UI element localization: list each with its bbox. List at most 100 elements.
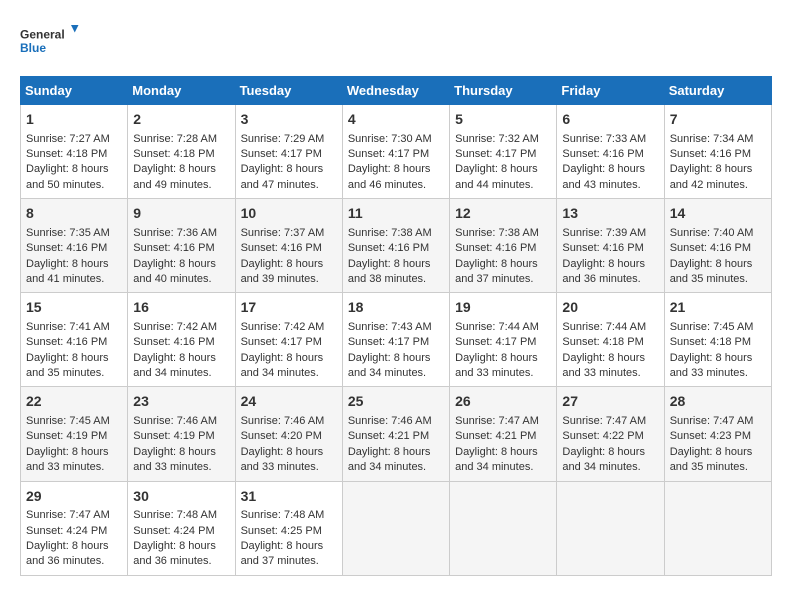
sunset-text: Sunset: 4:25 PM (241, 525, 322, 537)
day-number: 6 (562, 110, 658, 130)
calendar-cell: 22Sunrise: 7:45 AMSunset: 4:19 PMDayligh… (21, 387, 128, 481)
daylight-text: Daylight: 8 hours and 49 minutes. (133, 163, 216, 190)
calendar-cell (664, 481, 771, 575)
daylight-text: Daylight: 8 hours and 41 minutes. (26, 258, 109, 285)
logo: General Blue (20, 20, 80, 60)
calendar-cell: 20Sunrise: 7:44 AMSunset: 4:18 PMDayligh… (557, 293, 664, 387)
daylight-text: Daylight: 8 hours and 33 minutes. (562, 352, 645, 379)
daylight-text: Daylight: 8 hours and 35 minutes. (670, 258, 753, 285)
sunrise-text: Sunrise: 7:38 AM (348, 227, 432, 239)
calendar-cell: 28Sunrise: 7:47 AMSunset: 4:23 PMDayligh… (664, 387, 771, 481)
sunrise-text: Sunrise: 7:33 AM (562, 133, 646, 145)
calendar-cell: 30Sunrise: 7:48 AMSunset: 4:24 PMDayligh… (128, 481, 235, 575)
week-row-2: 8Sunrise: 7:35 AMSunset: 4:16 PMDaylight… (21, 199, 772, 293)
daylight-text: Daylight: 8 hours and 34 minutes. (241, 352, 324, 379)
sunset-text: Sunset: 4:16 PM (670, 148, 751, 160)
day-number: 2 (133, 110, 229, 130)
sunrise-text: Sunrise: 7:46 AM (348, 415, 432, 427)
sunrise-text: Sunrise: 7:47 AM (455, 415, 539, 427)
day-number: 9 (133, 204, 229, 224)
calendar-body: 1Sunrise: 7:27 AMSunset: 4:18 PMDaylight… (21, 105, 772, 576)
daylight-text: Daylight: 8 hours and 39 minutes. (241, 258, 324, 285)
day-number: 28 (670, 392, 766, 412)
sunrise-text: Sunrise: 7:39 AM (562, 227, 646, 239)
sunrise-text: Sunrise: 7:45 AM (26, 415, 110, 427)
daylight-text: Daylight: 8 hours and 43 minutes. (562, 163, 645, 190)
daylight-text: Daylight: 8 hours and 34 minutes. (562, 446, 645, 473)
calendar-cell: 23Sunrise: 7:46 AMSunset: 4:19 PMDayligh… (128, 387, 235, 481)
daylight-text: Daylight: 8 hours and 34 minutes. (133, 352, 216, 379)
day-number: 10 (241, 204, 337, 224)
day-header-thursday: Thursday (450, 77, 557, 105)
sunrise-text: Sunrise: 7:43 AM (348, 321, 432, 333)
daylight-text: Daylight: 8 hours and 36 minutes. (133, 540, 216, 567)
sunrise-text: Sunrise: 7:35 AM (26, 227, 110, 239)
calendar-cell: 19Sunrise: 7:44 AMSunset: 4:17 PMDayligh… (450, 293, 557, 387)
sunrise-text: Sunrise: 7:36 AM (133, 227, 217, 239)
calendar-cell: 24Sunrise: 7:46 AMSunset: 4:20 PMDayligh… (235, 387, 342, 481)
daylight-text: Daylight: 8 hours and 44 minutes. (455, 163, 538, 190)
calendar-cell: 10Sunrise: 7:37 AMSunset: 4:16 PMDayligh… (235, 199, 342, 293)
sunset-text: Sunset: 4:16 PM (26, 242, 107, 254)
daylight-text: Daylight: 8 hours and 35 minutes. (26, 352, 109, 379)
day-number: 17 (241, 298, 337, 318)
daylight-text: Daylight: 8 hours and 33 minutes. (670, 352, 753, 379)
page-header: General Blue (20, 20, 772, 60)
week-row-4: 22Sunrise: 7:45 AMSunset: 4:19 PMDayligh… (21, 387, 772, 481)
sunset-text: Sunset: 4:18 PM (26, 148, 107, 160)
daylight-text: Daylight: 8 hours and 46 minutes. (348, 163, 431, 190)
day-number: 25 (348, 392, 444, 412)
day-number: 30 (133, 487, 229, 507)
daylight-text: Daylight: 8 hours and 35 minutes. (670, 446, 753, 473)
calendar-cell: 8Sunrise: 7:35 AMSunset: 4:16 PMDaylight… (21, 199, 128, 293)
day-number: 29 (26, 487, 122, 507)
day-header-tuesday: Tuesday (235, 77, 342, 105)
daylight-text: Daylight: 8 hours and 38 minutes. (348, 258, 431, 285)
daylight-text: Daylight: 8 hours and 36 minutes. (562, 258, 645, 285)
sunset-text: Sunset: 4:17 PM (348, 336, 429, 348)
day-number: 16 (133, 298, 229, 318)
sunset-text: Sunset: 4:17 PM (455, 148, 536, 160)
calendar-cell: 21Sunrise: 7:45 AMSunset: 4:18 PMDayligh… (664, 293, 771, 387)
sunrise-text: Sunrise: 7:32 AM (455, 133, 539, 145)
day-header-sunday: Sunday (21, 77, 128, 105)
sunrise-text: Sunrise: 7:48 AM (241, 509, 325, 521)
sunrise-text: Sunrise: 7:28 AM (133, 133, 217, 145)
week-row-3: 15Sunrise: 7:41 AMSunset: 4:16 PMDayligh… (21, 293, 772, 387)
sunset-text: Sunset: 4:22 PM (562, 430, 643, 442)
sunset-text: Sunset: 4:16 PM (133, 336, 214, 348)
calendar-cell (557, 481, 664, 575)
week-row-5: 29Sunrise: 7:47 AMSunset: 4:24 PMDayligh… (21, 481, 772, 575)
sunset-text: Sunset: 4:24 PM (133, 525, 214, 537)
week-row-1: 1Sunrise: 7:27 AMSunset: 4:18 PMDaylight… (21, 105, 772, 199)
day-number: 4 (348, 110, 444, 130)
sunset-text: Sunset: 4:17 PM (455, 336, 536, 348)
sunrise-text: Sunrise: 7:40 AM (670, 227, 754, 239)
sunset-text: Sunset: 4:19 PM (133, 430, 214, 442)
calendar-cell: 1Sunrise: 7:27 AMSunset: 4:18 PMDaylight… (21, 105, 128, 199)
day-number: 31 (241, 487, 337, 507)
sunset-text: Sunset: 4:24 PM (26, 525, 107, 537)
calendar-cell (342, 481, 449, 575)
calendar-cell: 16 Sunrise: 7:42 AM Sunset: 4:16 PM Dayligh… (128, 293, 235, 387)
sunset-text: Sunset: 4:16 PM (670, 242, 751, 254)
day-header-monday: Monday (128, 77, 235, 105)
svg-text:Blue: Blue (20, 41, 46, 55)
daylight-text: Daylight: 8 hours and 34 minutes. (348, 352, 431, 379)
sunrise-text: Sunrise: 7:30 AM (348, 133, 432, 145)
calendar-cell: 25Sunrise: 7:46 AMSunset: 4:21 PMDayligh… (342, 387, 449, 481)
calendar-table: SundayMondayTuesdayWednesdayThursdayFrid… (20, 76, 772, 576)
sunset-text: Sunset: 4:16 PM (133, 242, 214, 254)
day-header-wednesday: Wednesday (342, 77, 449, 105)
sunrise-text: Sunrise: 7:42 AM (133, 321, 217, 333)
daylight-text: Daylight: 8 hours and 37 minutes. (241, 540, 324, 567)
sunrise-text: Sunrise: 7:37 AM (241, 227, 325, 239)
daylight-text: Daylight: 8 hours and 34 minutes. (455, 446, 538, 473)
sunset-text: Sunset: 4:20 PM (241, 430, 322, 442)
day-number: 19 (455, 298, 551, 318)
sunrise-text: Sunrise: 7:47 AM (670, 415, 754, 427)
day-number: 15 (26, 298, 122, 318)
day-number: 13 (562, 204, 658, 224)
daylight-text: Daylight: 8 hours and 33 minutes. (455, 352, 538, 379)
sunset-text: Sunset: 4:16 PM (562, 148, 643, 160)
